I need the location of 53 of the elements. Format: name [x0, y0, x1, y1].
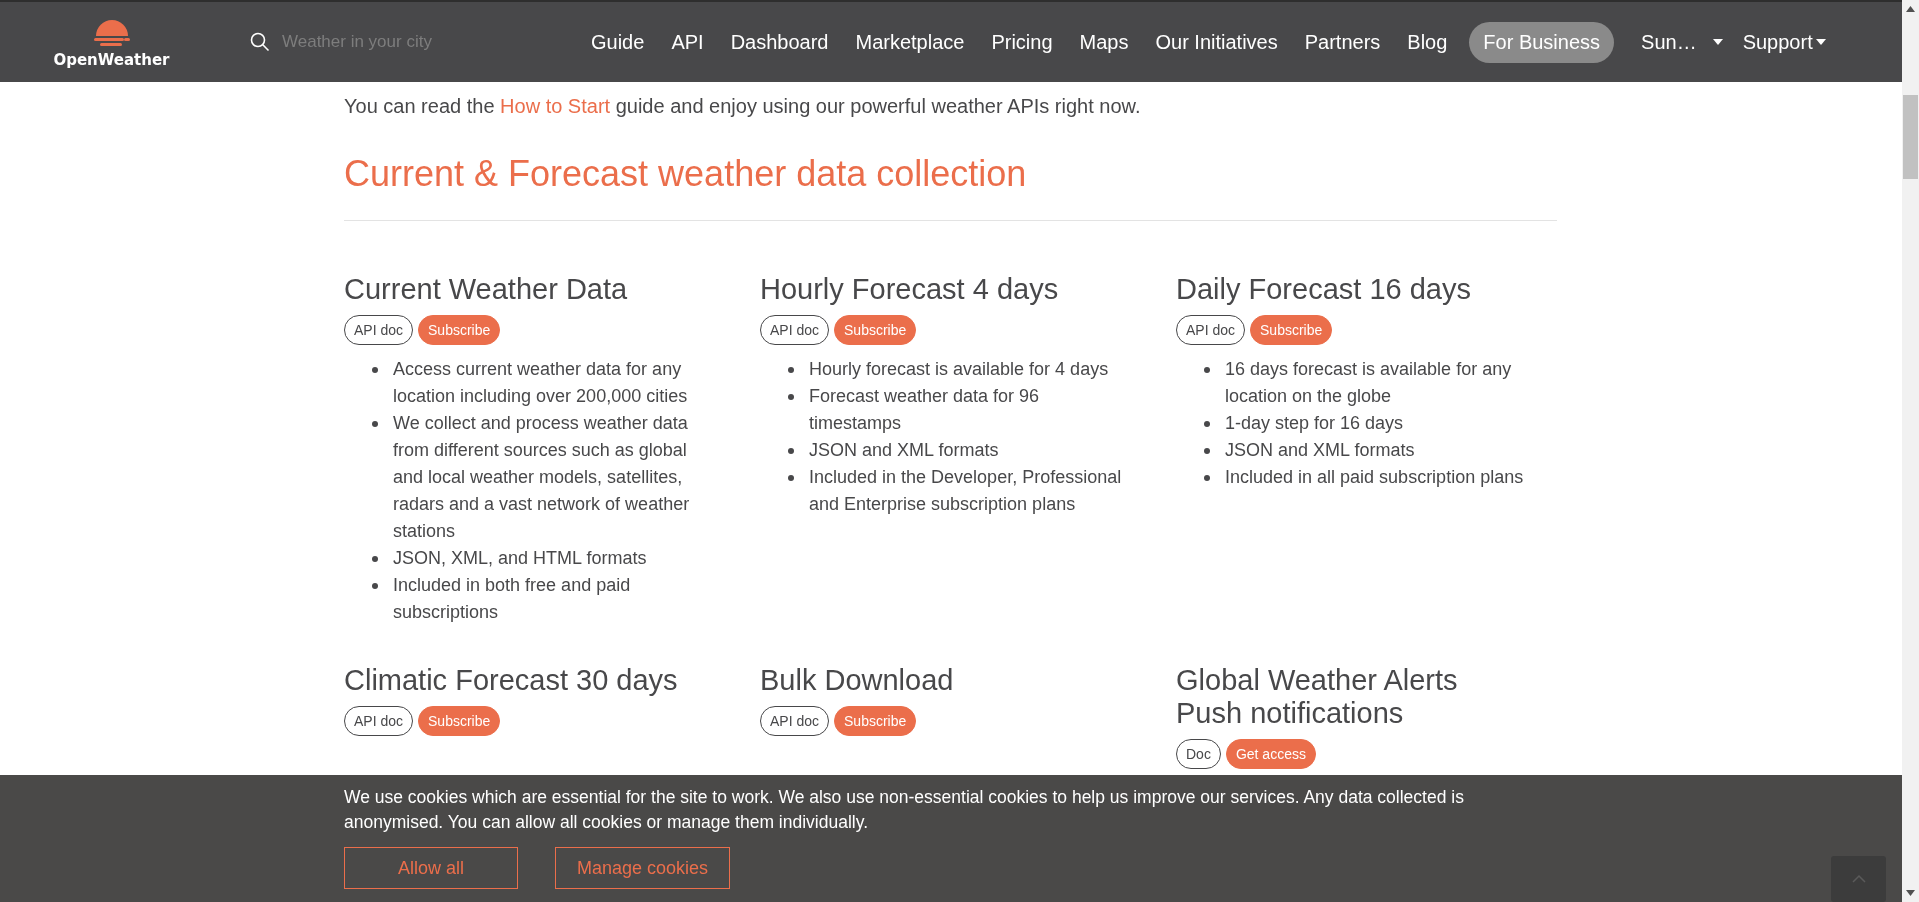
nav-link[interactable]: API	[671, 30, 704, 54]
bullet-icon	[372, 421, 378, 427]
product-title: Daily Forecast 16 days	[1176, 273, 1472, 306]
bullet-icon	[1204, 367, 1210, 373]
bullet-icon	[1204, 448, 1210, 454]
caret-icon	[1712, 39, 1723, 45]
bullet-icon	[788, 475, 794, 481]
nav-link[interactable]: Maps	[1079, 30, 1129, 54]
feature-item: Included in all paid subscription plans	[1225, 466, 1524, 489]
product-title: Current Weather Data	[344, 273, 629, 306]
caret-icon	[1815, 39, 1826, 45]
bullet-icon	[372, 583, 378, 589]
bullet-icon	[372, 367, 378, 373]
section-heading: Current & Forecast weather data collection	[344, 153, 1028, 195]
product-title: Bulk Download	[760, 664, 955, 697]
intro-paragraph: You can read the How to Start guide and enjoy using our powerful weather APIs right now.	[344, 94, 1142, 119]
feature-item: 1-day step for 16 days	[1225, 412, 1404, 435]
search-icon[interactable]	[250, 32, 270, 52]
nav-link[interactable]: Blog	[1407, 30, 1448, 54]
scrollbar[interactable]	[1902, 0, 1919, 902]
bullet-icon	[1204, 421, 1210, 427]
nav-link[interactable]: Partners	[1304, 30, 1381, 54]
nav-link[interactable]: Dashboard	[730, 30, 829, 54]
bullet-icon	[788, 394, 794, 400]
nav-link[interactable]: Marketplace	[855, 30, 965, 54]
feature-item: JSON and XML formats	[1225, 439, 1415, 462]
feature-item: Forecast weather data for 96 timestamps	[809, 385, 1041, 435]
product-title: Global Weather Alerts Push notifications	[1176, 664, 1459, 730]
nav-dropdown[interactable]: Sun…	[1641, 30, 1723, 54]
bullet-icon	[788, 448, 794, 454]
nav-link[interactable]: Pricing	[991, 30, 1053, 54]
bullet-icon	[1204, 475, 1210, 481]
chevron-up-icon	[1850, 874, 1867, 884]
product-title: Hourly Forecast 4 days	[760, 273, 1060, 306]
feature-item: Access current weather data for any location including over 200,000 cities	[393, 358, 689, 408]
logo-wordmark[interactable]: OpenWeather	[53, 50, 170, 69]
scroll-up-icon[interactable]	[1906, 6, 1915, 12]
feature-item: Included in both free and paid subscriptions	[393, 574, 632, 624]
scroll-down-icon[interactable]	[1906, 890, 1915, 896]
bullet-icon	[372, 556, 378, 562]
feature-item: JSON and XML formats	[809, 439, 999, 462]
cookie-message: We use cookies which are essential for the site to work. We also use non-essential cookies to help us improve our services. Any data collected is anonymised. You can allow all cookies or manage them individually.	[344, 786, 1465, 834]
product-title: Climatic Forecast 30 days	[344, 664, 679, 697]
scrollbar-thumb[interactable]	[1903, 95, 1918, 179]
feature-item: 16 days forecast is available for any location on the globe	[1225, 358, 1513, 408]
nav-dropdown[interactable]: Support	[1742, 30, 1826, 54]
feature-item: Hourly forecast is available for 4 days	[809, 358, 1109, 381]
feature-item: JSON, XML, and HTML formats	[393, 547, 647, 570]
feature-item: We collect and process weather data from different sources such as global and local weather models, satellites, radars and a vast network of weather stations	[393, 412, 691, 543]
nav-link[interactable]: Our Initiatives	[1155, 30, 1278, 54]
bullet-icon	[788, 367, 794, 373]
nav-link[interactable]: Guide	[591, 30, 645, 54]
feature-item: Included in the Developer, Professional and Enterprise subscription plans	[809, 466, 1123, 516]
